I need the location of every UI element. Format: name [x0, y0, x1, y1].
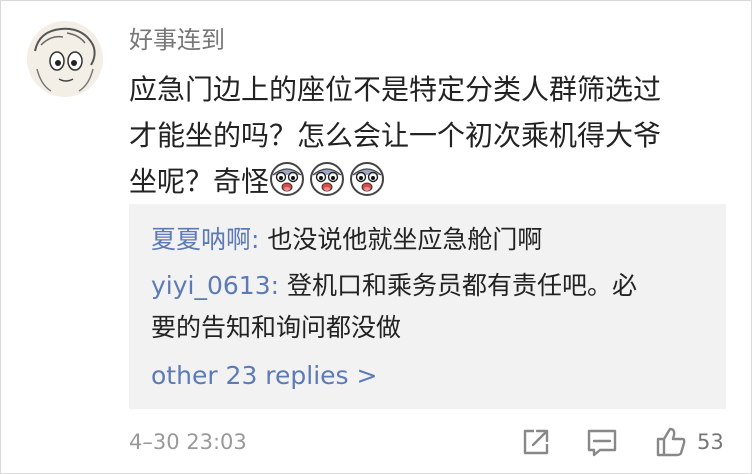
reply-item: yiyi_0613: 登机口和乘务员都有责任吧。必	[151, 266, 637, 306]
reply-box: 夏夏呐啊: 也没说他就坐应急舱门啊 yiyi_0613: 登机口和乘务员都有责任…	[129, 204, 726, 409]
comment-timestamp: 4–30 23:03	[129, 430, 247, 454]
comment-text-line: 坐呢？奇怪	[129, 159, 719, 205]
comment-text-fragment: 坐呢？奇怪	[129, 165, 270, 198]
more-replies-link[interactable]: other 23 replies >	[151, 356, 377, 396]
crazy-face-emoji-icon	[349, 161, 385, 197]
share-icon[interactable]	[518, 424, 554, 460]
reply-separator: :	[270, 271, 287, 300]
reply-username[interactable]: 夏夏呐啊	[151, 225, 251, 254]
comment-text-line: 应急门边上的座位不是特定分类人群筛选过	[129, 73, 662, 106]
crazy-face-emoji-icon	[269, 161, 305, 197]
reply-username[interactable]: yiyi_0613	[151, 271, 271, 300]
comment-text: 应急门边上的座位不是特定分类人群筛选过 才能坐的吗？怎么会让一个初次乘机得大爷 …	[129, 67, 719, 205]
like-count: 53	[697, 430, 724, 454]
comment-username[interactable]: 好事连到	[129, 25, 225, 55]
avatar[interactable]	[27, 21, 103, 97]
reply-text: 也没说他就坐应急舱门啊	[267, 225, 543, 254]
crazy-face-emoji-icon	[309, 161, 345, 197]
emoji-row	[269, 162, 389, 198]
reply-item-continued: 要的告知和询问都没做	[151, 308, 401, 348]
comment-card: 好事连到 应急门边上的座位不是特定分类人群筛选过 才能坐的吗？怎么会让一个初次乘…	[0, 0, 752, 474]
reply-item: 夏夏呐啊: 也没说他就坐应急舱门啊	[151, 220, 542, 260]
like-icon[interactable]	[653, 424, 689, 460]
reply-text: 要的告知和询问都没做	[151, 313, 402, 342]
comment-icon[interactable]	[584, 424, 620, 460]
comment-text-line: 才能坐的吗？怎么会让一个初次乘机得大爷	[129, 119, 662, 152]
reply-text: 登机口和乘务员都有责任吧。必	[286, 271, 637, 300]
reply-separator: :	[251, 225, 268, 254]
